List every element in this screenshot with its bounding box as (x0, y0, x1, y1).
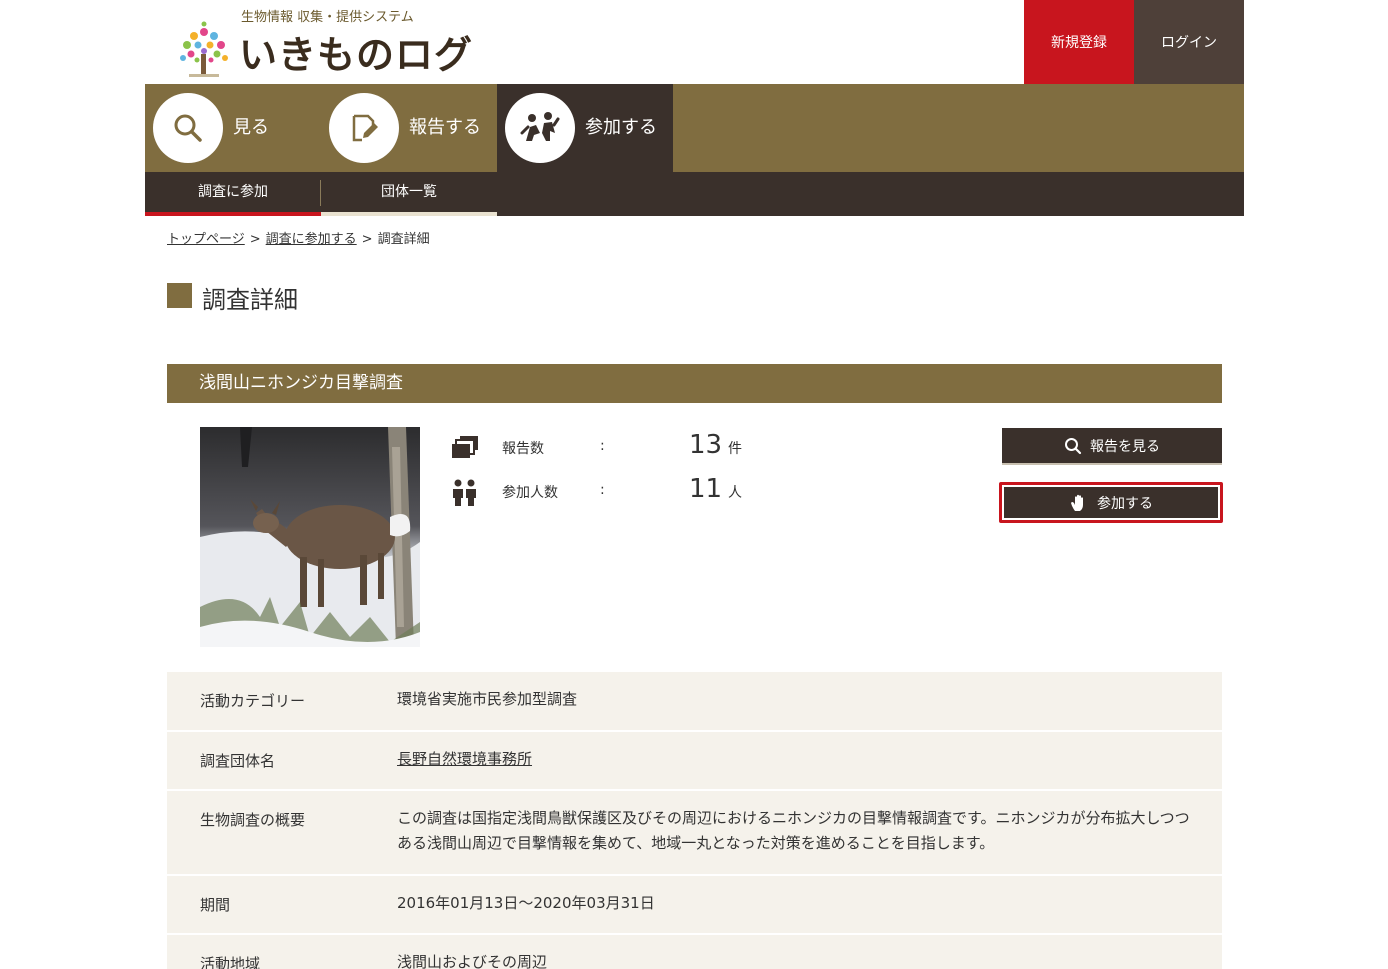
breadcrumb-separator: > (249, 232, 261, 247)
nav-icon-circle (153, 93, 223, 163)
detail-row-overview: 生物調査の概要 この調査は国指定浅間鳥獣保護区及びその周辺におけるニホンジカの目… (167, 791, 1222, 876)
participants-label: 参加人数 (502, 485, 558, 501)
stat-colon: : (600, 482, 605, 498)
stacked-pages-icon (452, 436, 478, 458)
detail-value: 長野自然環境事務所 (397, 747, 1197, 772)
join-survey-button[interactable]: 参加する (999, 482, 1223, 523)
reports-label: 報告数 (502, 441, 544, 457)
site-tagline: 生物情報 収集・提供システム (241, 10, 414, 25)
title-marker (167, 283, 192, 308)
stat-colon: : (600, 438, 605, 454)
deer-photo-image (200, 427, 420, 647)
nav-item-report[interactable]: 報告する (321, 84, 497, 172)
organization-link[interactable]: 長野自然環境事務所 (397, 750, 532, 768)
detail-label: 期間 (200, 896, 231, 914)
subnav-item-join-survey[interactable]: 調査に参加 (145, 172, 321, 216)
page-title: 調査詳細 (202, 286, 298, 314)
participants-count: 11 (689, 474, 723, 504)
breadcrumb-separator: > (361, 232, 373, 247)
breadcrumb-link-join[interactable]: 調査に参加する (266, 232, 357, 247)
detail-value: 浅間山およびその周辺 (397, 953, 548, 969)
site-title: いきものログ (239, 33, 474, 77)
nav-item-view[interactable]: 見る (145, 84, 321, 172)
detail-label: 活動地域 (200, 955, 261, 969)
site-header: 生物情報 収集・提供システム いきものログ 新規登録 ログイン (145, 0, 1244, 84)
nav-icon-circle (329, 93, 399, 163)
people-pair-icon (453, 479, 476, 506)
people-icon (520, 112, 560, 141)
detail-row-organization: 調査団体名 長野自然環境事務所 (167, 732, 1222, 791)
login-button[interactable]: ログイン (1134, 0, 1244, 84)
detail-value: 環境省実施市民参加型調査 (397, 690, 578, 708)
main-nav: 見る 報告する 参加する (145, 84, 1244, 172)
detail-value: この調査は国指定浅間鳥獣保護区及びその周辺におけるニホンジカの目撃情報調査です。… (397, 809, 1190, 852)
reports-count: 13 (689, 430, 723, 460)
sub-nav: 調査に参加 団体一覧 (145, 172, 1244, 216)
reports-unit: 件 (728, 441, 742, 457)
nav-item-label: 見る (233, 117, 269, 138)
survey-photo (200, 427, 420, 647)
breadcrumb-current: 調査詳細 (377, 232, 430, 247)
nav-item-label: 報告する (409, 117, 481, 138)
stat-participants: 参加人数 : 11 人 (450, 474, 770, 510)
participants-unit: 人 (728, 485, 742, 501)
detail-row-category: 活動カテゴリー 環境省実施市民参加型調査 (167, 672, 1222, 732)
nav-item-join[interactable]: 参加する (497, 84, 673, 172)
join-survey-label: 参加する (1097, 495, 1153, 512)
detail-label: 活動カテゴリー (200, 692, 306, 710)
view-reports-button[interactable]: 報告を見る (1002, 428, 1222, 463)
breadcrumb-link-top[interactable]: トップページ (167, 232, 245, 247)
detail-value: 2016年01月13日～2020年03月31日 (397, 894, 655, 912)
search-icon (1065, 437, 1082, 454)
raised-hand-icon (1071, 494, 1083, 511)
edit-icon (352, 114, 378, 142)
breadcrumb: トップページ > 調査に参加する > 調査詳細 (167, 228, 430, 247)
tree-logo-icon (180, 21, 228, 77)
site-logo[interactable]: 生物情報 収集・提供システム いきものログ (175, 6, 475, 78)
stat-reports: 報告数 : 13 件 (450, 430, 770, 466)
nav-icon-circle (505, 93, 575, 163)
survey-title: 浅間山ニホンジカ目撃調査 (167, 364, 1222, 403)
page: 生物情報 収集・提供システム いきものログ 新規登録 ログイン 見る 報告する … (0, 0, 1388, 969)
detail-row-area: 活動地域 浅間山およびその周辺 (167, 935, 1222, 969)
subnav-item-groups[interactable]: 団体一覧 (321, 172, 497, 216)
nav-item-label: 参加する (585, 117, 657, 138)
view-reports-label: 報告を見る (1090, 438, 1160, 455)
detail-label: 調査団体名 (200, 752, 276, 770)
detail-label: 生物調査の概要 (200, 811, 306, 829)
search-icon (174, 114, 202, 142)
register-button[interactable]: 新規登録 (1024, 0, 1134, 84)
join-survey-button-inner: 参加する (1004, 487, 1218, 518)
detail-row-period: 期間 2016年01月13日～2020年03月31日 (167, 876, 1222, 935)
